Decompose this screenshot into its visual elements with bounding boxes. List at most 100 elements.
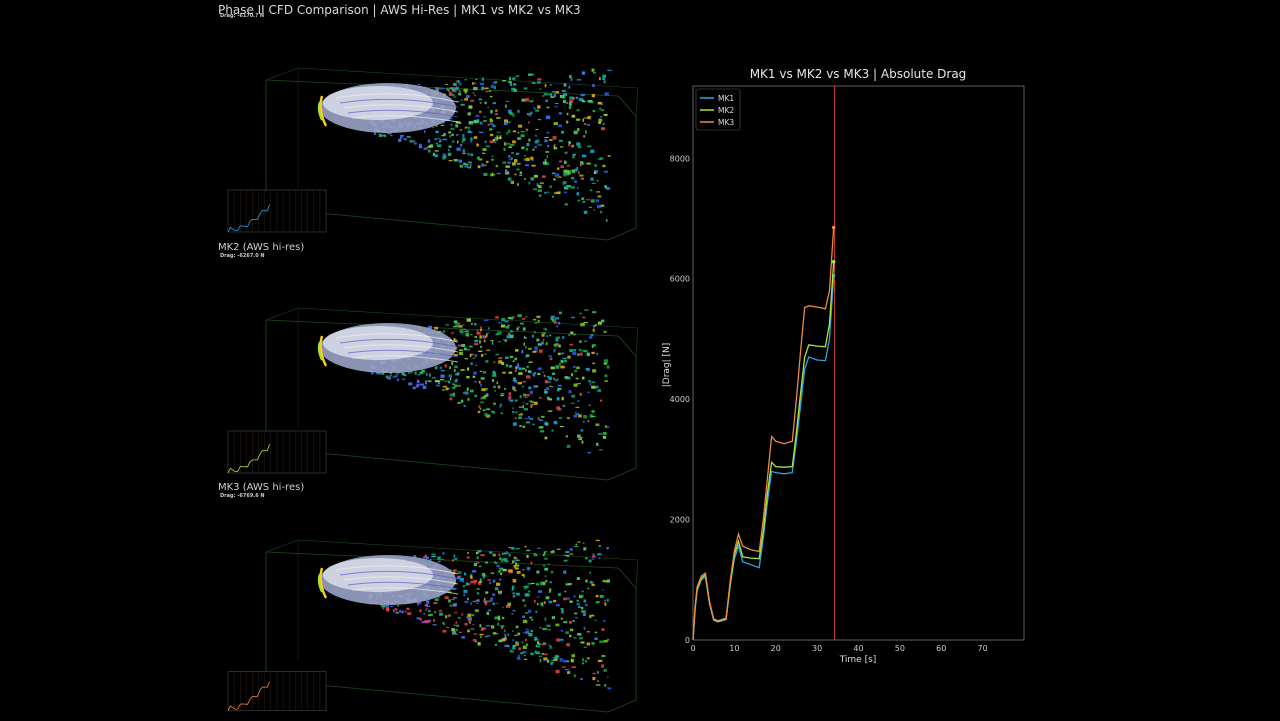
wake-particle: [416, 385, 419, 388]
wake-particle: [461, 141, 464, 143]
wake-particle: [492, 553, 496, 557]
wake-particle: [595, 601, 600, 604]
wake-particle: [489, 119, 493, 123]
wake-particle: [600, 399, 602, 402]
wake-particle: [454, 384, 458, 388]
wake-particle: [462, 585, 466, 587]
wake-particle: [469, 345, 473, 348]
wake-particle: [479, 580, 482, 583]
wake-particle: [485, 360, 489, 363]
wake-particle: [560, 359, 564, 364]
wake-particle: [586, 162, 591, 165]
wake-particle: [553, 343, 558, 347]
wake-particle: [545, 151, 550, 153]
wake-particle: [602, 74, 606, 79]
wake-particle: [440, 369, 445, 372]
wake-particle: [496, 135, 499, 139]
wake-particle: [457, 616, 461, 619]
legend-label-mk3: MK3: [718, 118, 734, 127]
wake-particle: [499, 558, 504, 561]
wake-particle: [478, 98, 482, 101]
wake-particle: [597, 659, 603, 662]
wake-particle: [584, 660, 588, 663]
wake-particle: [541, 332, 546, 335]
wake-particle: [561, 608, 564, 611]
wake-particle: [592, 311, 597, 314]
wake-particle: [604, 684, 607, 687]
wake-particle: [476, 592, 480, 595]
wake-particle: [583, 415, 587, 419]
wake-particle: [455, 86, 459, 90]
wake-particle: [512, 162, 516, 166]
wake-particle: [524, 155, 526, 157]
wake-particle: [599, 159, 602, 161]
wake-particle: [505, 551, 508, 553]
wake-particle: [510, 144, 515, 146]
wake-particle: [481, 86, 484, 91]
wake-particle: [486, 349, 491, 351]
wake-particle: [563, 359, 567, 363]
wake-particle: [412, 140, 416, 143]
wake-particle: [581, 662, 584, 665]
wake-particle: [544, 617, 547, 621]
wake-particle: [490, 340, 494, 342]
wake-particle: [457, 140, 459, 144]
wake-particle: [591, 583, 595, 586]
wake-particle: [570, 77, 573, 81]
wake-particle: [455, 323, 460, 327]
wake-particle: [467, 112, 471, 116]
wake-particle: [544, 159, 547, 162]
wake-particle: [524, 654, 526, 657]
wake-particle: [560, 630, 564, 632]
wake-particle: [580, 177, 585, 180]
wake-particle: [486, 612, 489, 615]
wake-particle: [472, 357, 476, 359]
wake-particle: [548, 644, 550, 646]
wake-particle: [526, 643, 528, 647]
wake-particle: [540, 430, 545, 433]
wake-particle: [546, 106, 550, 109]
wake-particle: [577, 199, 580, 202]
wake-particle: [480, 401, 484, 404]
wake-particle: [575, 543, 578, 546]
wake-particle: [554, 102, 559, 104]
wake-particle: [595, 539, 600, 542]
wake-particle: [493, 385, 497, 389]
wake-particle: [536, 596, 540, 598]
wake-particle: [480, 554, 485, 557]
wake-particle: [485, 591, 489, 594]
wake-particle: [530, 582, 535, 584]
wake-particle: [594, 619, 597, 621]
wake-particle: [502, 569, 507, 572]
wake-particle: [455, 633, 458, 635]
wake-particle: [587, 145, 592, 148]
chart-title: MK1 vs MK2 vs MK3 | Absolute Drag: [750, 67, 967, 81]
wake-particle: [520, 131, 525, 133]
wake-particle: [584, 340, 588, 342]
wake-particle: [534, 346, 538, 350]
wake-particle: [576, 577, 580, 580]
wake-particle: [582, 154, 587, 158]
wake-particle: [571, 666, 577, 668]
wake-particle: [470, 580, 474, 584]
wake-particle: [479, 370, 483, 372]
wake-particle: [565, 435, 568, 438]
wake-particle: [458, 159, 463, 163]
wake-particle: [464, 98, 468, 101]
wake-particle: [562, 181, 567, 185]
wake-particle: [573, 333, 576, 336]
wake-particle: [571, 394, 576, 398]
wake-particle: [404, 610, 407, 613]
wake-particle: [469, 163, 472, 167]
wake-particle: [482, 148, 487, 151]
vehicle-highlight: [323, 86, 433, 120]
wake-particle: [515, 349, 519, 352]
wake-particle: [479, 578, 482, 581]
wake-particle: [577, 633, 582, 636]
wake-particle: [574, 545, 579, 547]
wake-particle: [566, 555, 570, 557]
wake-particle: [406, 135, 410, 138]
wake-particle: [455, 621, 458, 624]
wake-particle: [607, 687, 612, 690]
wake-particle: [444, 364, 447, 368]
